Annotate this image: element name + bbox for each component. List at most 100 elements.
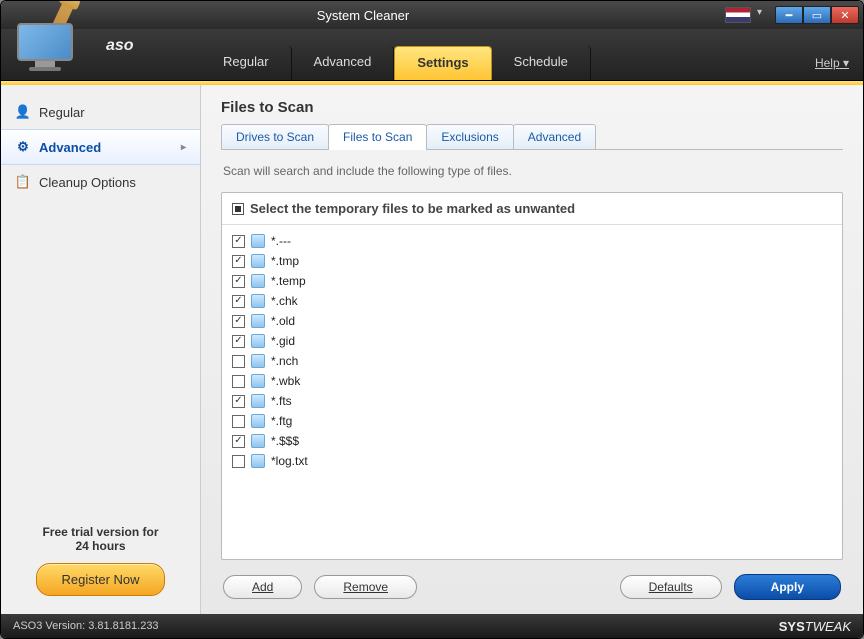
chevron-right-icon: ▸: [181, 142, 186, 153]
sidebar: 👤 Regular ⚙ Advanced ▸ 📋 Cleanup Options Free …: [1, 85, 201, 614]
maximize-button[interactable]: ▭: [803, 6, 831, 24]
body: 👤 Regular ⚙ Advanced ▸ 📋 Cleanup Options Free …: [1, 85, 863, 614]
file-pattern: *.tmp: [271, 254, 299, 268]
header: aso RegularAdvancedSettingsSchedule Help…: [1, 29, 863, 81]
subtab-exclusions[interactable]: Exclusions: [426, 124, 513, 149]
file-icon: [251, 274, 265, 288]
file-checkbox[interactable]: [232, 395, 245, 408]
sidebar-item-cleanup-options[interactable]: 📋 Cleanup Options: [1, 165, 200, 199]
subtab-drives-to-scan[interactable]: Drives to Scan: [221, 124, 329, 149]
brand-text: aso: [106, 37, 134, 55]
main-nav: RegularAdvancedSettingsSchedule: [201, 46, 591, 80]
file-row[interactable]: *.---: [230, 231, 834, 251]
panel-header: Select the temporary files to be marked …: [222, 193, 842, 225]
file-checkbox[interactable]: [232, 375, 245, 388]
file-checkbox[interactable]: [232, 235, 245, 248]
file-pattern: *.nch: [271, 354, 298, 368]
file-checkbox[interactable]: [232, 335, 245, 348]
language-selector[interactable]: [725, 7, 759, 23]
file-pattern: *.old: [271, 314, 295, 328]
file-row[interactable]: *.temp: [230, 271, 834, 291]
help-link[interactable]: Help ▾: [815, 56, 849, 70]
file-pattern: *.gid: [271, 334, 295, 348]
defaults-button[interactable]: Defaults: [620, 575, 722, 599]
sidebar-item-regular[interactable]: 👤 Regular: [1, 95, 200, 129]
sub-tabs: Drives to ScanFiles to ScanExclusionsAdv…: [221, 124, 843, 150]
file-checkbox[interactable]: [232, 315, 245, 328]
file-row[interactable]: *.gid: [230, 331, 834, 351]
minimize-button[interactable]: ━: [775, 6, 803, 24]
file-icon: [251, 414, 265, 428]
trial-line1: Free trial version for: [9, 525, 192, 539]
vendor-logo: SYSTWEAK: [779, 619, 851, 634]
file-pattern: *.fts: [271, 394, 292, 408]
nav-tab-advanced[interactable]: Advanced: [292, 46, 395, 80]
file-checkbox[interactable]: [232, 295, 245, 308]
nav-tab-schedule[interactable]: Schedule: [492, 46, 591, 80]
file-pattern: *.$$$: [271, 434, 299, 448]
sidebar-item-advanced[interactable]: ⚙ Advanced ▸: [1, 129, 200, 165]
subtab-advanced[interactable]: Advanced: [513, 124, 596, 149]
file-list[interactable]: *.--- *.tmp *.temp *.chk *.old *.gid *.nch *.wb…: [222, 225, 842, 559]
trial-info: Free trial version for 24 hours Register…: [1, 515, 200, 614]
file-checkbox[interactable]: [232, 415, 245, 428]
file-row[interactable]: *.old: [230, 311, 834, 331]
file-icon: [251, 374, 265, 388]
app-window: System Cleaner ━ ▭ ✕ aso RegularAdvanced…: [0, 0, 864, 639]
file-icon: [251, 454, 265, 468]
file-icon: [251, 314, 265, 328]
register-button[interactable]: Register Now: [36, 563, 164, 596]
file-checkbox[interactable]: [232, 455, 245, 468]
files-panel: Select the temporary files to be marked …: [221, 192, 843, 560]
file-checkbox[interactable]: [232, 275, 245, 288]
button-row: Add Remove Defaults Apply: [221, 560, 843, 602]
file-pattern: *.---: [271, 234, 291, 248]
file-row[interactable]: *.ftg: [230, 411, 834, 431]
file-checkbox[interactable]: [232, 435, 245, 448]
file-row[interactable]: *.$$$: [230, 431, 834, 451]
main-content: Files to Scan Drives to ScanFiles to Sca…: [201, 85, 863, 614]
file-row[interactable]: *log.txt: [230, 451, 834, 471]
file-icon: [251, 234, 265, 248]
sidebar-item-label: Regular: [39, 105, 85, 120]
file-pattern: *log.txt: [271, 454, 308, 468]
file-row[interactable]: *.fts: [230, 391, 834, 411]
gear-icon: ⚙: [15, 139, 31, 155]
file-checkbox[interactable]: [232, 255, 245, 268]
file-pattern: *.chk: [271, 294, 298, 308]
user-icon: 👤: [15, 104, 31, 120]
file-checkbox[interactable]: [232, 355, 245, 368]
file-icon: [251, 394, 265, 408]
remove-button[interactable]: Remove: [314, 575, 417, 599]
sidebar-item-label: Cleanup Options: [39, 175, 136, 190]
app-logo: [11, 11, 81, 71]
add-button[interactable]: Add: [223, 575, 302, 599]
status-bar: ASO3 Version: 3.81.8181.233 SYSTWEAK: [1, 614, 863, 638]
description-text: Scan will search and include the followi…: [221, 150, 843, 192]
options-icon: 📋: [15, 174, 31, 190]
version-text: ASO3 Version: 3.81.8181.233: [13, 620, 159, 632]
flag-icon: [725, 7, 751, 23]
window-title: System Cleaner: [1, 8, 725, 23]
nav-tab-settings[interactable]: Settings: [394, 46, 491, 80]
file-row[interactable]: *.tmp: [230, 251, 834, 271]
monitor-broom-icon: [11, 11, 81, 71]
window-controls: ━ ▭ ✕: [775, 6, 859, 24]
file-icon: [251, 294, 265, 308]
file-row[interactable]: *.chk: [230, 291, 834, 311]
page-title: Files to Scan: [221, 99, 843, 116]
nav-tab-regular[interactable]: Regular: [201, 46, 292, 80]
file-icon: [251, 434, 265, 448]
file-row[interactable]: *.nch: [230, 351, 834, 371]
file-icon: [251, 334, 265, 348]
apply-button[interactable]: Apply: [734, 574, 841, 600]
file-icon: [251, 254, 265, 268]
file-row[interactable]: *.wbk: [230, 371, 834, 391]
close-button[interactable]: ✕: [831, 6, 859, 24]
panel-title: Select the temporary files to be marked …: [250, 201, 575, 216]
file-pattern: *.ftg: [271, 414, 292, 428]
select-all-checkbox[interactable]: [232, 203, 244, 215]
sidebar-item-label: Advanced: [39, 140, 101, 155]
subtab-files-to-scan[interactable]: Files to Scan: [328, 124, 427, 149]
file-pattern: *.wbk: [271, 374, 300, 388]
